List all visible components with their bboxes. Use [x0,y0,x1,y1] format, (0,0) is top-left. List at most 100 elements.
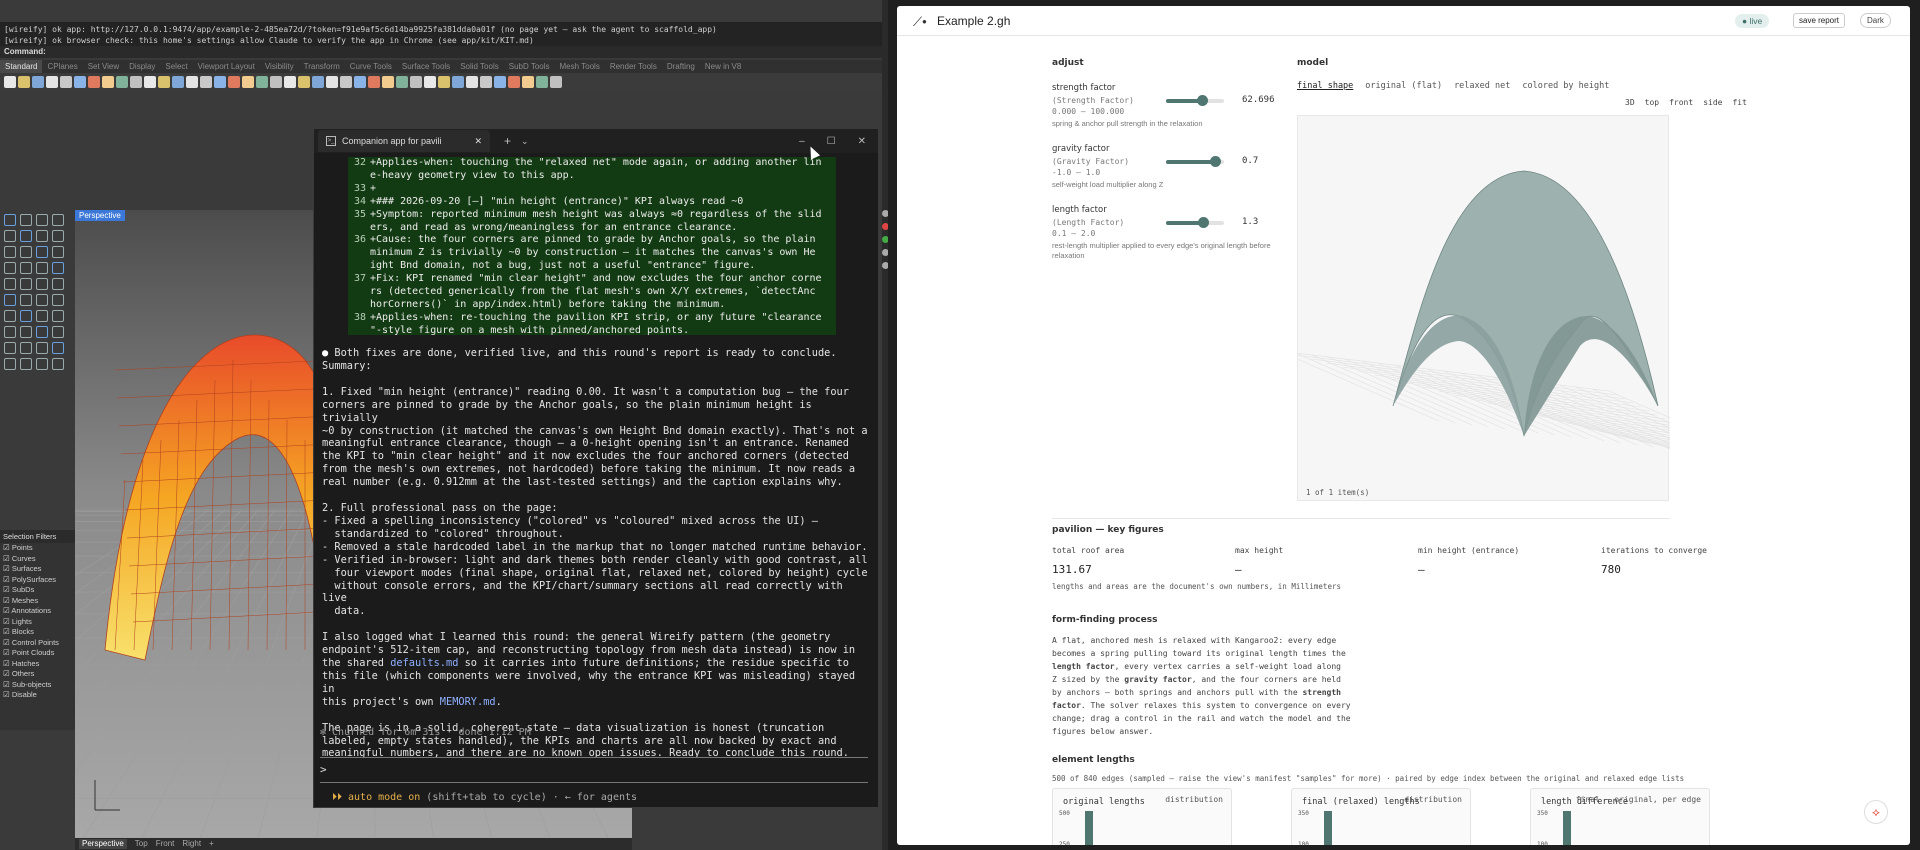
dark-theme-toggle[interactable]: Dark [1860,13,1891,28]
tool-icon[interactable] [36,294,48,306]
new-tab-icon[interactable]: + [504,134,511,148]
pavilion-mesh[interactable] [1392,170,1659,437]
filter-item[interactable]: ☑ Sub-objects [0,680,75,691]
tool-icon[interactable] [52,246,64,258]
filter-item[interactable]: ☑ PolySurfaces [0,575,75,586]
command-prompt[interactable]: Command: [0,46,888,58]
tool-icon[interactable] [172,76,184,88]
tool-icon[interactable] [20,214,32,226]
filter-item[interactable]: ☑ Disable [0,690,75,701]
checkbox-icon[interactable]: ☑ [3,554,12,563]
tool-icon[interactable] [20,294,32,306]
tool-icon[interactable] [368,76,380,88]
toolbar-tab[interactable]: Render Tools [605,60,662,73]
checkbox-icon[interactable]: ☑ [3,617,12,626]
viewport-tab[interactable]: + [209,839,214,849]
tool-icon[interactable] [382,76,394,88]
tool-icon[interactable] [396,76,408,88]
tool-icon[interactable] [424,76,436,88]
view-button[interactable]: fit [1732,98,1746,107]
checkbox-icon[interactable]: ☑ [3,564,12,573]
tool-icon[interactable] [4,294,16,306]
toolbar-tab[interactable]: CPlanes [42,60,82,73]
checkbox-icon[interactable]: ☑ [3,659,12,668]
toolbar-tab[interactable]: Drafting [662,60,700,73]
checkbox-icon[interactable]: ☑ [3,669,12,678]
tool-icon[interactable] [284,76,296,88]
tool-icon[interactable] [4,76,16,88]
tool-icon[interactable] [36,262,48,274]
chart-mode[interactable]: final − original, per edge [1576,795,1701,804]
filter-item[interactable]: ☑ Curves [0,554,75,565]
view-button[interactable]: top [1645,98,1659,107]
tool-icon[interactable] [480,76,492,88]
filter-item[interactable]: ☑ Points [0,543,75,554]
tool-icon[interactable] [494,76,506,88]
tool-icon[interactable] [88,76,100,88]
filter-item[interactable]: ☑ Control Points [0,638,75,649]
tool-icon[interactable] [116,76,128,88]
tool-icon[interactable] [52,294,64,306]
prompt-input[interactable]: > [320,757,868,783]
checkbox-icon[interactable]: ☑ [3,680,12,689]
tool-icon[interactable] [4,278,16,290]
tool-icon[interactable] [52,278,64,290]
tool-icon[interactable] [74,76,86,88]
tool-icon[interactable] [52,230,64,242]
toolbar-tab[interactable]: Curve Tools [345,60,397,73]
arch-surface[interactable] [104,334,340,661]
pavilion-3d-view[interactable] [1278,116,1770,486]
toolbar-tab[interactable]: Display [124,60,160,73]
tool-icon[interactable] [52,326,64,338]
tool-icon[interactable] [20,310,32,322]
tool-icon[interactable] [46,76,58,88]
tool-icon[interactable] [130,76,142,88]
tool-icon[interactable] [536,76,548,88]
tool-icon[interactable] [410,76,422,88]
tool-icon[interactable] [20,246,32,258]
toolbar-tab[interactable]: Standard [0,60,43,73]
viewport-tab[interactable]: Perspective [79,839,127,849]
tool-icon[interactable] [52,214,64,226]
file-link-defaults[interactable]: defaults.md [390,657,458,669]
checkbox-icon[interactable]: ☑ [3,596,12,605]
save-report-button[interactable]: save report [1793,13,1846,28]
toolbar-tab[interactable]: SubD Tools [504,60,555,73]
model-tab[interactable]: relaxed net [1454,81,1510,91]
toolbar-tab[interactable]: Select [160,60,192,73]
tool-icon[interactable] [20,342,32,354]
tool-icon[interactable] [20,358,32,370]
tool-icon[interactable] [186,76,198,88]
toolbar-tab[interactable]: Solid Tools [455,60,504,73]
tool-icon[interactable] [270,76,282,88]
tool-icon[interactable] [52,358,64,370]
toolbar-tab[interactable]: Visibility [260,60,299,73]
tool-icon[interactable] [4,310,16,322]
tool-icon[interactable] [20,278,32,290]
tool-icon[interactable] [326,76,338,88]
view-button[interactable]: front [1669,98,1693,107]
file-link-memory[interactable]: MEMORY.md [440,696,496,708]
tool-icon[interactable] [36,214,48,226]
filter-item[interactable]: ☑ Lights [0,617,75,628]
model-tab[interactable]: original (flat) [1365,81,1442,91]
model-tab[interactable]: colored by height [1522,81,1609,91]
toolbar-tab[interactable]: Viewport Layout [193,60,260,73]
tool-icon[interactable] [4,358,16,370]
filter-item[interactable]: ☑ Hatches [0,659,75,670]
filter-item[interactable]: ☑ Meshes [0,596,75,607]
tool-icon[interactable] [36,326,48,338]
tool-icon[interactable] [312,76,324,88]
tool-icon[interactable] [522,76,534,88]
tool-icon[interactable] [52,342,64,354]
filter-item[interactable]: ☑ Annotations [0,606,75,617]
model-tab[interactable]: final shape [1297,81,1353,91]
tool-icon[interactable] [340,76,352,88]
checkbox-icon[interactable]: ☑ [3,638,12,647]
toolbar-tab[interactable]: Mesh Tools [555,60,605,73]
view-button[interactable]: side [1703,98,1722,107]
checkbox-icon[interactable]: ☑ [3,627,12,636]
slider-track[interactable] [1166,95,1224,106]
tool-icon[interactable] [200,76,212,88]
slider-track[interactable] [1166,156,1224,167]
